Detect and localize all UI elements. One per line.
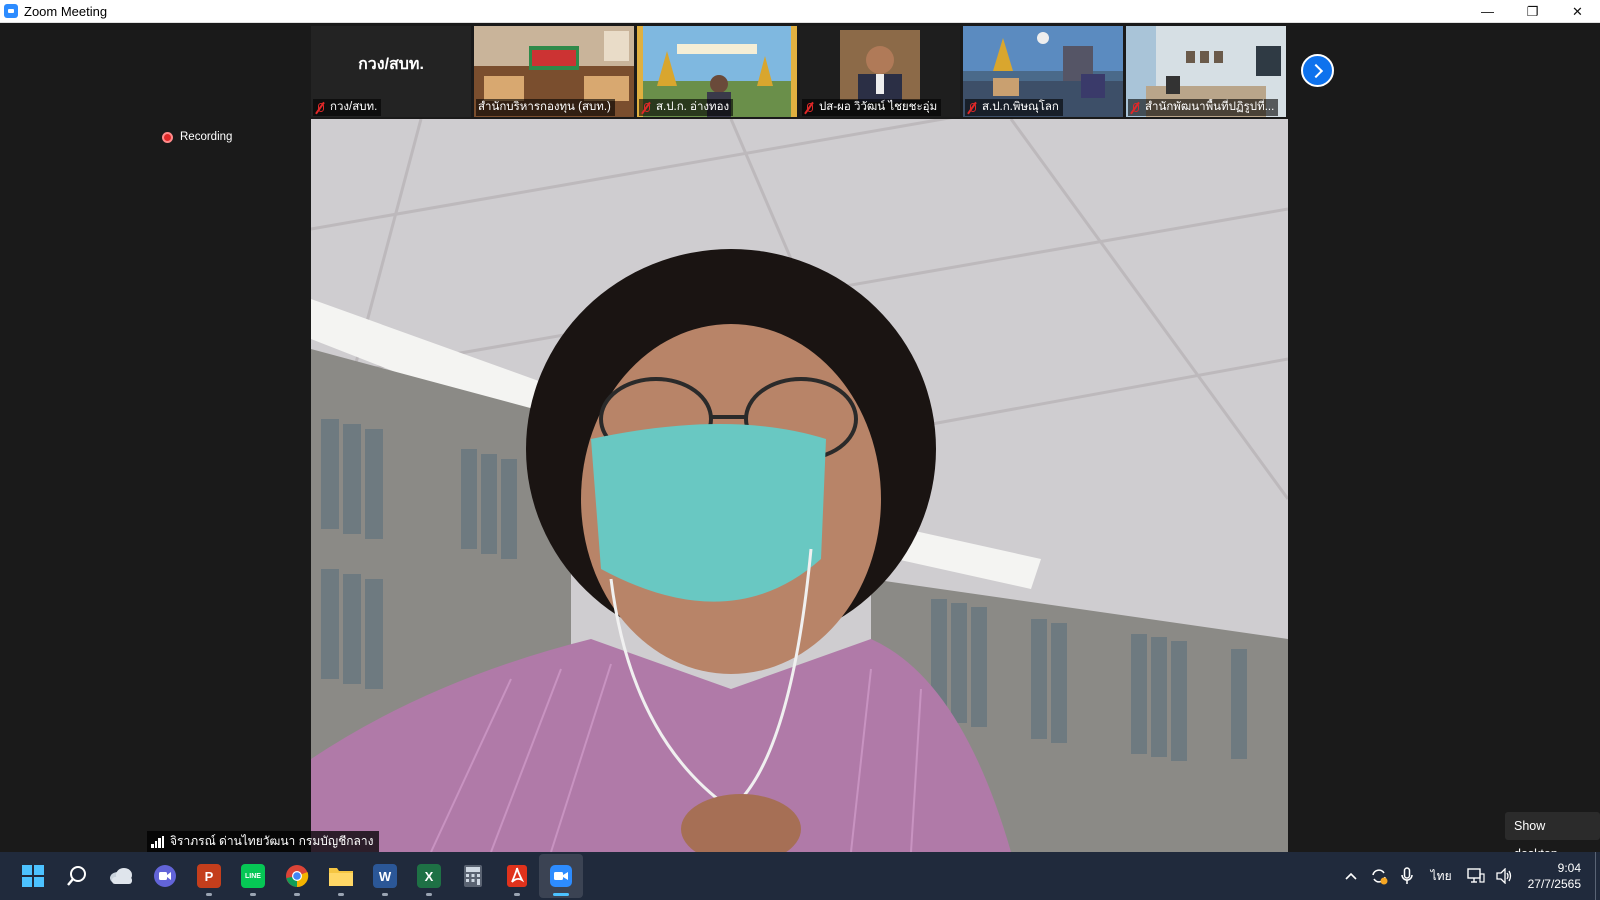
zoom-icon — [550, 865, 572, 887]
excel-icon: X — [417, 864, 441, 888]
active-speaker-label: จิราภรณ์ ด่านไทยวัฒนา กรมบัญชีกลาง — [147, 831, 380, 852]
participant-label: กวง/สบท. — [313, 99, 382, 116]
chrome-icon — [286, 865, 309, 888]
muted-mic-icon — [1130, 102, 1140, 114]
line-icon: LINE — [241, 864, 265, 888]
start-button[interactable] — [11, 854, 55, 898]
participant-name: สำนักบริหารกองทุน (สบท.) — [478, 101, 611, 113]
show-desktop-button[interactable] — [1595, 852, 1600, 900]
recording-label: Recording — [180, 131, 233, 143]
connection-signal-icon — [151, 835, 165, 848]
participant-tile[interactable]: ปส-ผอ วิวัฒน์ ไชยชะอุ่ม — [800, 26, 960, 117]
running-indicator — [514, 893, 520, 896]
running-indicator — [426, 893, 432, 896]
excel-button[interactable]: X — [407, 854, 451, 898]
clock[interactable]: 9:04 27/7/2565 — [1528, 860, 1581, 892]
record-icon — [162, 131, 173, 143]
running-indicator — [382, 893, 388, 896]
next-page-button[interactable] — [1301, 54, 1334, 87]
clock-time: 9:04 — [1557, 861, 1581, 875]
clock-date: 27/7/2565 — [1527, 877, 1581, 891]
search-button[interactable] — [55, 854, 99, 898]
chevron-up-icon[interactable] — [1339, 864, 1363, 888]
participant-tile[interactable]: สำนักบริหารกองทุน (สบท.) — [474, 26, 634, 117]
muted-mic-icon — [315, 102, 325, 114]
taskbar-apps: P LINE W X — [11, 854, 583, 898]
file-explorer-button[interactable] — [319, 854, 363, 898]
zoom-button[interactable] — [539, 854, 583, 898]
participant-label: ส.ป.ก. อ่างทอง — [639, 99, 734, 116]
powerpoint-icon: P — [197, 864, 221, 888]
show-desktop-tooltip: Show desktop — [1505, 812, 1600, 861]
microphone-icon[interactable] — [1395, 864, 1419, 888]
zoom-app-icon — [4, 4, 18, 18]
participant-label: สำนักพัฒนาพื้นที่ปฏิรูปที่... — [1128, 99, 1279, 116]
speaker-video-frame — [311, 119, 1288, 852]
participant-name: สำนักพัฒนาพื้นที่ปฏิรูปที่... — [1145, 101, 1275, 113]
active-speaker-name: จิราภรณ์ ด่านไทยวัฒนา กรมบัญชีกลาง — [170, 834, 374, 848]
teams-chat[interactable] — [143, 854, 187, 898]
taskbar: P LINE W X ไทย 9:04 27/7/2565 — [0, 852, 1600, 900]
powerpoint-button[interactable]: P — [187, 854, 231, 898]
running-indicator — [294, 893, 300, 896]
recording-indicator[interactable]: Recording — [162, 131, 232, 143]
participant-label: ส.ป.ก.พิษณุโลก — [965, 99, 1063, 116]
window-controls: — ❐ ✕ — [1465, 0, 1600, 23]
video-chat-icon — [154, 865, 176, 887]
title-bar: Zoom Meeting — ❐ ✕ — [0, 0, 1600, 23]
active-speaker-video[interactable] — [311, 119, 1288, 852]
participant-label: ปส-ผอ วิวัฒน์ ไชยชะอุ่ม — [802, 99, 942, 116]
participant-tile[interactable]: กวง/สบท. กวง/สบท. — [311, 26, 471, 117]
participant-name: ส.ป.ก.พิษณุโลก — [982, 101, 1059, 113]
participant-tile[interactable]: สำนักพัฒนาพื้นที่ปฏิรูปที่... — [1126, 26, 1286, 117]
running-indicator — [206, 893, 212, 896]
restore-button[interactable]: ❐ — [1510, 0, 1555, 23]
calculator-button[interactable] — [451, 854, 495, 898]
muted-mic-icon — [804, 102, 814, 114]
line-button[interactable]: LINE — [231, 854, 275, 898]
minimize-button[interactable]: — — [1465, 0, 1510, 23]
running-indicator — [553, 893, 569, 896]
participant-name: กวง/สบท. — [330, 101, 378, 113]
participant-display-name: กวง/สบท. — [358, 56, 424, 73]
acrobat-icon — [507, 865, 527, 887]
search-icon — [67, 866, 86, 886]
acrobat-button[interactable] — [495, 854, 539, 898]
participant-tile[interactable]: ส.ป.ก.พิษณุโลก — [963, 26, 1123, 117]
close-button[interactable]: ✕ — [1555, 0, 1600, 23]
participant-name: ส.ป.ก. อ่างทอง — [656, 101, 730, 113]
cloud-icon — [110, 868, 132, 884]
network-icon[interactable] — [1464, 864, 1488, 888]
volume-icon[interactable] — [1492, 864, 1516, 888]
weather-widget[interactable] — [99, 854, 143, 898]
calculator-icon — [464, 865, 482, 887]
participant-tile[interactable]: ส.ป.ก. อ่างทอง — [637, 26, 797, 117]
muted-mic-icon — [641, 102, 651, 114]
window-title: Zoom Meeting — [24, 3, 108, 19]
system-tray: ไทย 9:04 27/7/2565 — [1337, 852, 1600, 900]
participant-name: ปส-ผอ วิวัฒน์ ไชยชะอุ่ม — [819, 101, 938, 113]
word-icon: W — [373, 864, 397, 888]
participant-label: สำนักบริหารกองทุน (สบท.) — [476, 99, 615, 116]
running-indicator — [338, 893, 344, 896]
gallery-strip: กวง/สบท. กวง/สบท. สำนักบริหารกองทุน (สบท… — [311, 26, 1286, 117]
muted-mic-icon — [967, 102, 977, 114]
running-indicator — [250, 893, 256, 896]
folder-icon — [329, 868, 353, 886]
windows-icon — [22, 865, 44, 887]
meeting-area: กวง/สบท. กวง/สบท. สำนักบริหารกองทุน (สบท… — [0, 23, 1600, 861]
word-button[interactable]: W — [363, 854, 407, 898]
input-language[interactable]: ไทย — [1431, 867, 1452, 886]
sync-icon[interactable] — [1367, 864, 1391, 888]
chrome-button[interactable] — [275, 854, 319, 898]
